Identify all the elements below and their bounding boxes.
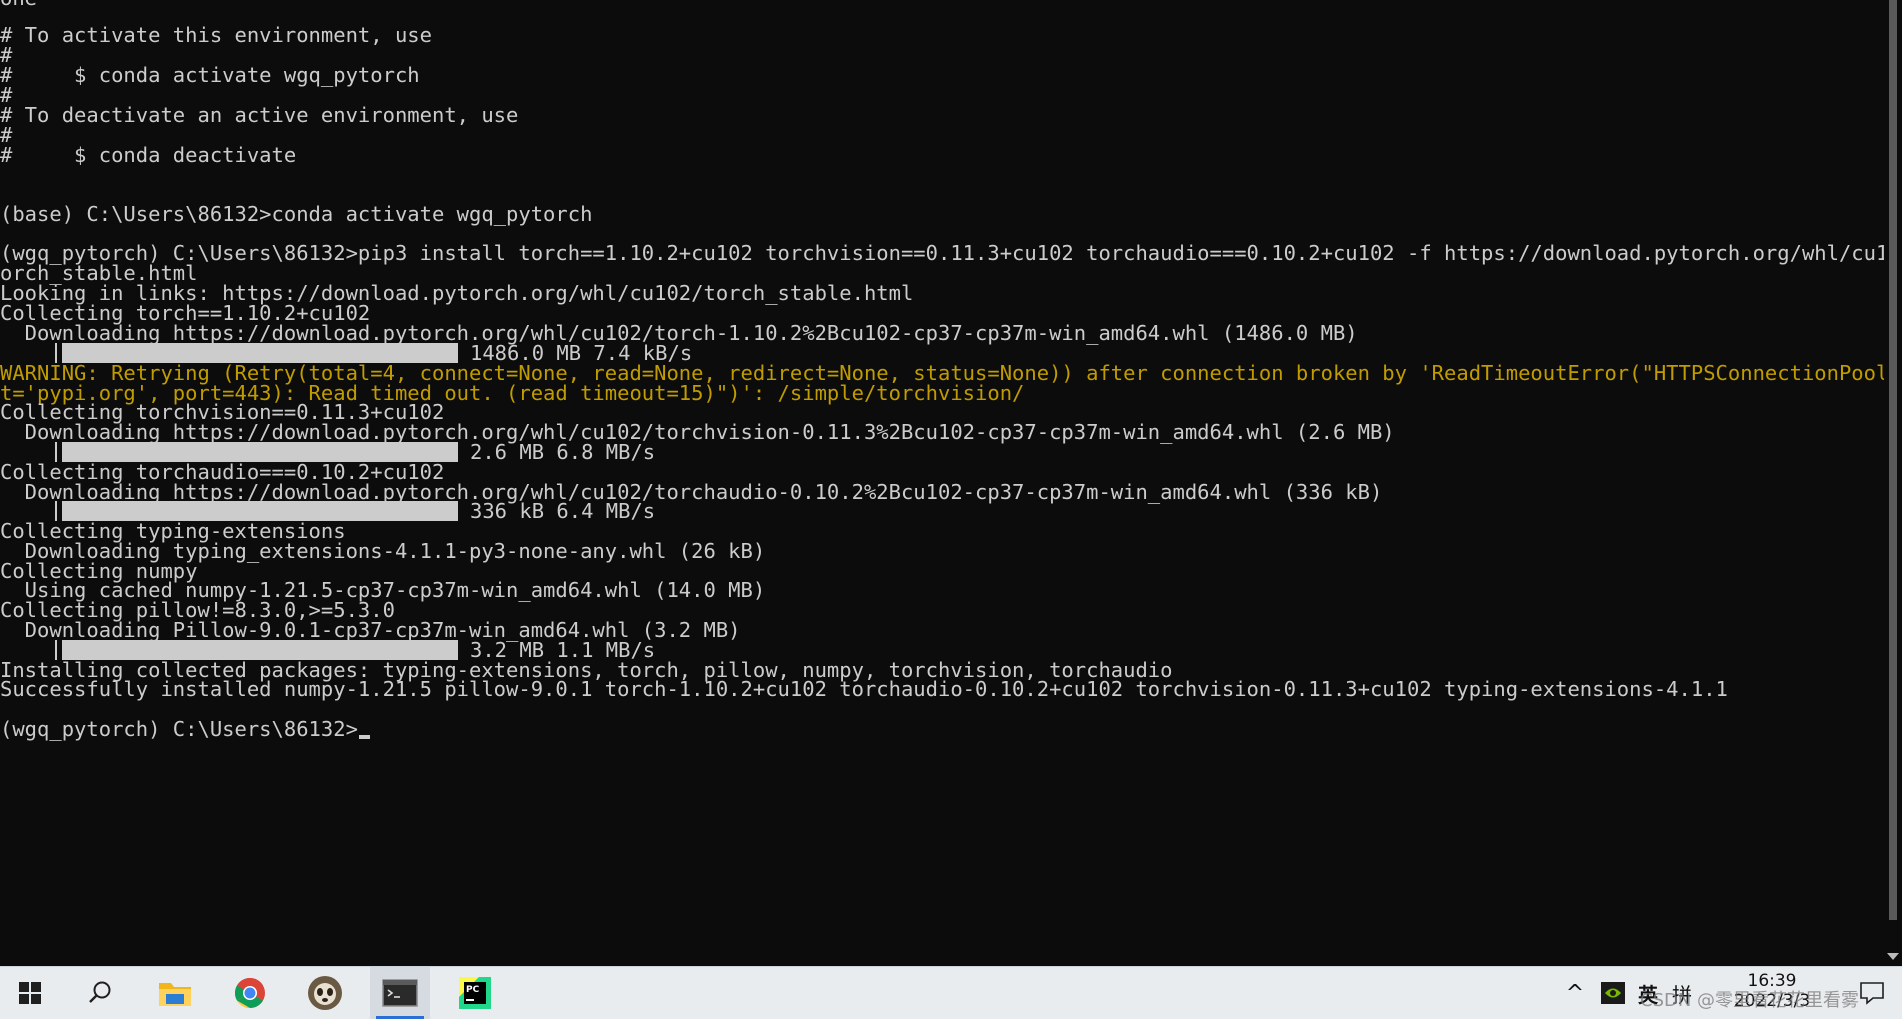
progress-fill <box>62 343 458 363</box>
vertical-scrollbar[interactable] <box>1884 0 1902 966</box>
notification-icon <box>1860 982 1884 1005</box>
pycharm-button[interactable]: PC <box>445 967 505 1019</box>
progress-pipe <box>55 442 57 462</box>
progress-pipe <box>55 343 57 363</box>
animal-avatar-icon <box>308 976 342 1010</box>
start-button[interactable] <box>0 967 60 1019</box>
terminal-line: # $ conda deactivate <box>0 143 297 167</box>
chrome-button[interactable] <box>220 967 280 1019</box>
terminal-window[interactable]: one # To activate this environment, use … <box>0 0 1884 966</box>
search-icon <box>89 981 111 1003</box>
prompt-line[interactable]: (wgq_pytorch) C:\Users\86132> <box>0 717 370 741</box>
progress-text: 2.6 MB 6.8 MB/s <box>470 440 656 464</box>
terminal-line: (base) C:\Users\86132>conda activate wgq… <box>0 202 593 226</box>
terminal-taskbar-button[interactable] <box>370 967 430 1019</box>
terminal-line: # To activate this environment, use <box>0 23 432 47</box>
file-explorer-icon <box>159 983 191 1006</box>
animal-app-button[interactable] <box>295 967 355 1019</box>
tray-overflow-chevron-icon[interactable]: ^ <box>1560 967 1590 1019</box>
terminal-line: (wgq_pytorch) C:\Users\86132>pip3 instal… <box>0 241 1884 265</box>
nvidia-tray-button[interactable] <box>1596 967 1630 1019</box>
scroll-thumb[interactable] <box>1889 0 1897 920</box>
progress-fill <box>62 442 458 462</box>
search-button[interactable] <box>70 967 130 1019</box>
pycharm-label: PC <box>466 985 480 995</box>
terminal-line: # To deactivate an active environment, u… <box>0 103 519 127</box>
progress-pipe <box>55 501 57 521</box>
terminal-line: one <box>0 0 37 10</box>
nvidia-icon <box>1601 982 1625 1004</box>
taskbar: PC ^ 英 拼 16:39 2022/3/3 <box>0 966 1902 1019</box>
progress-fill <box>62 640 458 660</box>
progress-pipe <box>55 640 57 660</box>
chrome-icon <box>234 977 265 1009</box>
watermark-text: CSDN @零里看花花里看雾 <box>1640 990 1860 1011</box>
file-explorer-button[interactable] <box>145 967 205 1019</box>
terminal-icon <box>382 979 418 1007</box>
progress-fill <box>62 501 458 521</box>
prompt-text: (wgq_pytorch) C:\Users\86132> <box>0 717 358 741</box>
windows-start-icon <box>19 982 41 1004</box>
text-cursor <box>358 735 370 739</box>
progress-text: 336 kB 6.4 MB/s <box>470 499 656 523</box>
terminal-line: # $ conda activate wgq_pytorch <box>0 63 420 87</box>
pycharm-icon: PC <box>459 977 491 1009</box>
scroll-down-arrow-icon[interactable] <box>1887 953 1899 960</box>
terminal-line: Successfully installed numpy-1.21.5 pill… <box>0 677 1728 701</box>
